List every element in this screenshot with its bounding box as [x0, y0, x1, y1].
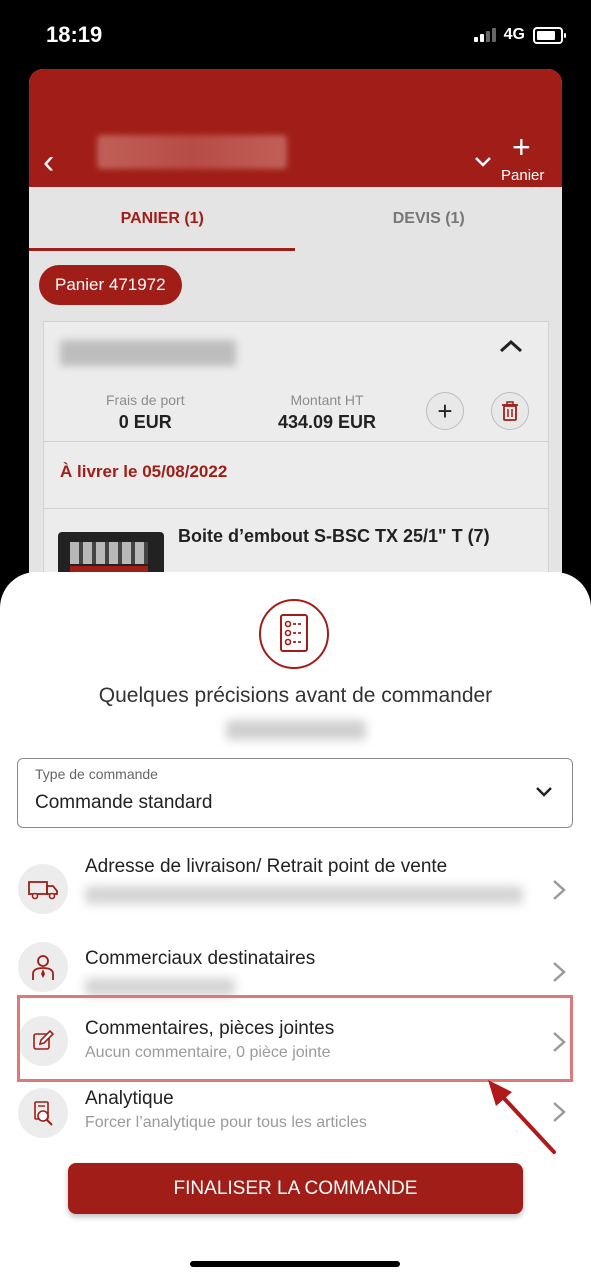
product-name[interactable]: Boite d’embout S-BSC TX 25/1" T (7): [178, 526, 490, 547]
back-icon[interactable]: ‹: [43, 145, 54, 179]
blurred-recipients: [85, 978, 235, 996]
shipping-value: 0 EUR: [118, 412, 172, 432]
amount-label: Montant HT: [290, 392, 364, 408]
delivery-address-row[interactable]: Adresse de livraison/ Retrait point de v…: [0, 854, 591, 924]
delete-cart-button[interactable]: [491, 392, 529, 430]
cart-chip[interactable]: Panier 471972: [39, 265, 182, 305]
signal-icon: [473, 28, 496, 42]
active-tab-indicator: [29, 248, 295, 251]
network-type: 4G: [503, 26, 525, 43]
annotation-arrow-icon: [488, 1080, 556, 1154]
amount-value: 434.09 EUR: [278, 412, 377, 432]
sales-recipients-title: Commerciaux destinataires: [85, 948, 316, 969]
amount-stat: Montant HT 434.09 EUR: [278, 392, 376, 433]
tab-panier[interactable]: PANIER (1): [29, 187, 296, 251]
battery-icon: [533, 26, 566, 44]
status-time: 18:19: [46, 22, 103, 47]
blurred-supplier-name: [60, 340, 236, 366]
salesperson-icon: [18, 942, 68, 992]
shipping-stat: Frais de port 0 EUR: [106, 392, 185, 433]
plus-icon: +: [437, 395, 453, 426]
blurred-client-name: [97, 135, 287, 169]
order-type-value[interactable]: Commande standard: [35, 792, 212, 814]
add-cart-label[interactable]: Panier: [501, 167, 544, 184]
divider: [44, 508, 548, 509]
chevron-up-icon[interactable]: [498, 338, 524, 354]
divider: [44, 441, 548, 442]
order-type-select[interactable]: Type de commande Commande standard: [17, 758, 573, 828]
cart-panel: Frais de port 0 EUR Montant HT 434.09 EU…: [43, 321, 549, 589]
blurred-address: [85, 886, 523, 904]
checklist-icon: [259, 599, 329, 669]
chevron-right-icon[interactable]: [551, 878, 567, 902]
cart-tabs: PANIER (1) DEVIS (1): [29, 187, 562, 251]
highlight-box: [17, 995, 573, 1082]
analytics-title: Analytique: [85, 1088, 174, 1109]
home-indicator[interactable]: [190, 1261, 400, 1267]
status-indicators: 4G: [473, 26, 566, 44]
delivery-date: À livrer le 05/08/2022: [60, 462, 228, 481]
app-header: ‹ + Panier: [29, 69, 562, 187]
sheet-title: Quelques précisions avant de commander: [98, 684, 493, 707]
add-cart-icon[interactable]: +: [512, 131, 531, 163]
add-item-button[interactable]: +: [426, 392, 464, 430]
cart-screen: ‹ + Panier PANIER (1) DEVIS (1) Panier 4…: [29, 69, 562, 589]
analytics-search-icon: [18, 1088, 68, 1138]
chevron-right-icon[interactable]: [551, 960, 567, 984]
analytics-subtitle: Forcer l’analytique pour tous les articl…: [85, 1114, 367, 1131]
chevron-down-icon[interactable]: [473, 155, 493, 169]
shipping-label: Frais de port: [106, 392, 185, 408]
truck-icon: [18, 864, 68, 914]
order-details-sheet: Quelques précisions avant de commander T…: [0, 572, 591, 1280]
order-type-label: Type de commande: [35, 766, 158, 782]
status-bar: 18:19 4G: [0, 0, 591, 68]
delivery-address-title: Adresse de livraison/ Retrait point de v…: [85, 856, 448, 877]
chevron-down-icon[interactable]: [534, 785, 554, 799]
blurred-supplier-subtitle: [226, 720, 366, 740]
finalize-order-button[interactable]: FINALISER LA COMMANDE: [68, 1163, 523, 1214]
tab-devis[interactable]: DEVIS (1): [296, 187, 563, 251]
trash-icon: [502, 401, 518, 421]
